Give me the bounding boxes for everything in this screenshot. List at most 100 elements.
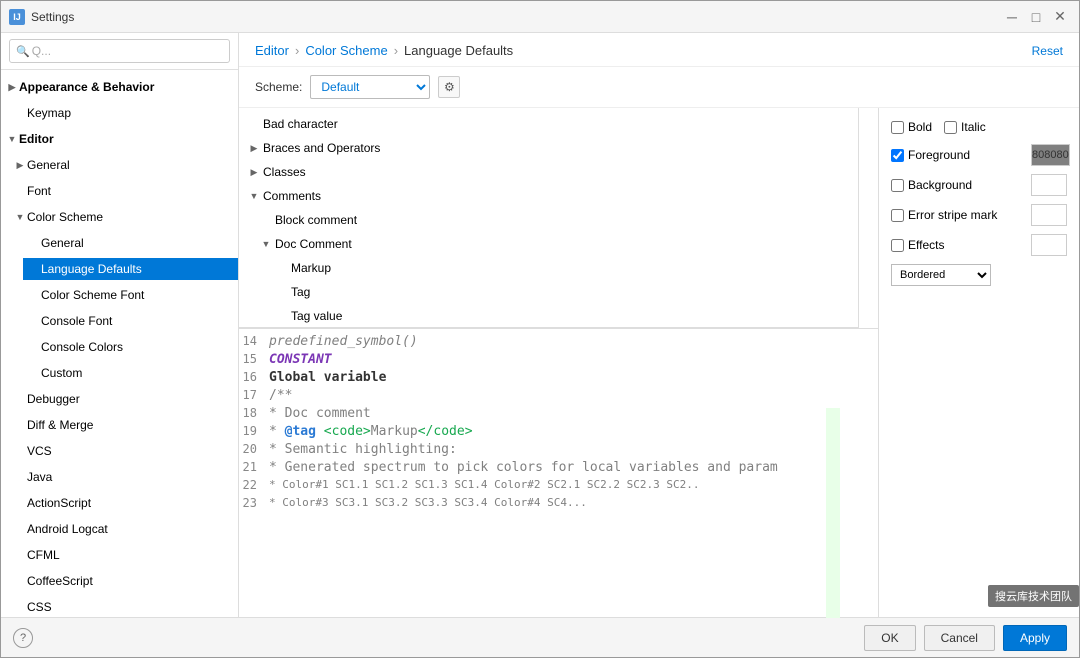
expand-icon: ▶ [13, 158, 27, 172]
option-block-comment[interactable]: Block comment [239, 208, 858, 232]
spacer-icon [27, 236, 41, 250]
sidebar-item-color-scheme-general[interactable]: General [1, 230, 238, 256]
sidebar-item-coffeescript[interactable]: CoffeeScript [1, 568, 238, 594]
italic-checkbox-row: Italic [944, 120, 986, 134]
code-line-18: 18 * Doc comment [239, 405, 878, 423]
breadcrumb-sep-1: › [295, 43, 299, 58]
error-stripe-checkbox[interactable] [891, 209, 904, 222]
spacer-icon [13, 548, 27, 562]
scheme-select[interactable]: Default [310, 75, 430, 99]
sidebar-item-language-defaults[interactable]: Language Defaults [1, 256, 238, 282]
changed-indicator [826, 408, 840, 617]
bold-label: Bold [908, 120, 932, 134]
apply-button[interactable]: Apply [1003, 625, 1067, 651]
code-line-17: 17 /** [239, 387, 878, 405]
split-panel: Bad character ▶ Braces and Operators ▶ C… [239, 108, 1079, 617]
sidebar-item-editor[interactable]: ▼ Editor [1, 126, 238, 152]
sidebar-item-android-logcat[interactable]: Android Logcat [1, 516, 238, 542]
spacer-icon [27, 340, 41, 354]
minimize-button[interactable]: ─ [1001, 6, 1023, 28]
sidebar-item-java[interactable]: Java [1, 464, 238, 490]
effects-label-row: Effects [891, 238, 1031, 252]
effects-color-box[interactable] [1031, 234, 1067, 256]
sidebar-item-font[interactable]: Font [1, 178, 238, 204]
help-button[interactable]: ? [13, 628, 33, 648]
background-checkbox[interactable] [891, 179, 904, 192]
expand-icon: ▶ [247, 143, 261, 154]
option-braces-operators[interactable]: ▶ Braces and Operators [239, 136, 858, 160]
code-line-19: 19 * @tag <code>Markup</code> [239, 423, 878, 441]
title-bar: IJ Settings ─ □ ✕ [1, 1, 1079, 33]
left-section: Bad character ▶ Braces and Operators ▶ C… [239, 108, 879, 617]
sidebar-item-custom[interactable]: Custom [1, 360, 238, 386]
spacer-icon [13, 392, 27, 406]
sidebar-item-vcs[interactable]: VCS [1, 438, 238, 464]
option-doc-comment[interactable]: ▼ Doc Comment [239, 232, 858, 256]
spacer-icon [13, 574, 27, 588]
preview-panel: 14 predefined_symbol() 15 CONSTANT 16 Gl… [239, 328, 878, 617]
spacer-icon [27, 366, 41, 380]
background-label: Background [908, 178, 972, 192]
sidebar-item-color-scheme-font[interactable]: Color Scheme Font [1, 282, 238, 308]
code-line-15: 15 CONSTANT [239, 351, 878, 369]
scheme-label: Scheme: [255, 80, 302, 94]
spacer-icon [13, 184, 27, 198]
effects-type-select[interactable]: Bordered [891, 264, 991, 286]
maximize-button[interactable]: □ [1025, 6, 1047, 28]
reset-link[interactable]: Reset [1032, 44, 1063, 58]
ok-button[interactable]: OK [864, 625, 915, 651]
sidebar-item-color-scheme[interactable]: ▼ Color Scheme [1, 204, 238, 230]
main-content: 🔍 Q... ▶ Appearance & Behavior Keymap [1, 33, 1079, 617]
background-color-box[interactable] [1031, 174, 1067, 196]
sidebar-item-actionscript[interactable]: ActionScript [1, 490, 238, 516]
option-tag-value[interactable]: Tag value [239, 304, 858, 328]
option-markup[interactable]: Markup [239, 256, 858, 280]
sidebar-item-appearance-behavior[interactable]: ▶ Appearance & Behavior [1, 74, 238, 100]
option-classes[interactable]: ▶ Classes [239, 160, 858, 184]
search-placeholder: Q... [32, 44, 51, 58]
option-tag[interactable]: Tag [239, 280, 858, 304]
expand-icon: ▼ [13, 210, 27, 224]
background-label-row: Background [891, 178, 1031, 192]
sidebar-item-keymap[interactable]: Keymap [1, 100, 238, 126]
option-bad-character[interactable]: Bad character [239, 112, 858, 136]
close-button[interactable]: ✕ [1049, 6, 1071, 28]
cancel-button[interactable]: Cancel [924, 625, 995, 651]
settings-tree: ▶ Appearance & Behavior Keymap ▼ Editor [1, 70, 238, 617]
options-panel: Bad character ▶ Braces and Operators ▶ C… [239, 108, 859, 328]
option-comments[interactable]: ▼ Comments [239, 184, 858, 208]
sidebar-item-css[interactable]: CSS [1, 594, 238, 617]
sidebar-item-console-font[interactable]: Console Font [1, 308, 238, 334]
search-icon: 🔍 [16, 45, 30, 58]
code-line-22: 22 * Color#1 SC1.1 SC1.2 SC1.3 SC1.4 Col… [239, 477, 878, 495]
sidebar-item-diff-merge[interactable]: Diff & Merge [1, 412, 238, 438]
error-stripe-color-box[interactable] [1031, 204, 1067, 226]
scheme-gear-button[interactable]: ⚙ [438, 76, 460, 98]
settings-window: IJ Settings ─ □ ✕ 🔍 Q... ▶ Appearance [0, 0, 1080, 658]
effects-type-row: Bordered [891, 264, 1067, 286]
foreground-color-box[interactable]: 808080 [1031, 144, 1070, 166]
sidebar-item-debugger[interactable]: Debugger [1, 386, 238, 412]
spacer-icon [13, 106, 27, 120]
scheme-row: Scheme: Default ⚙ [239, 67, 1079, 108]
italic-checkbox[interactable] [944, 121, 957, 134]
breadcrumb-color-scheme[interactable]: Color Scheme [305, 43, 387, 58]
expand-icon: ▶ [5, 80, 19, 94]
foreground-label-row: Foreground [891, 148, 1031, 162]
sidebar-item-general[interactable]: ▶ General [1, 152, 238, 178]
expand-icon: ▶ [247, 167, 261, 178]
properties-panel: ↓ Bold Italic [879, 108, 1079, 617]
bold-checkbox[interactable] [891, 121, 904, 134]
search-field[interactable]: 🔍 Q... [9, 39, 230, 63]
error-stripe-label: Error stripe mark [908, 208, 997, 222]
breadcrumb-sep-2: › [394, 43, 398, 58]
error-stripe-row: Error stripe mark [891, 204, 1067, 226]
sidebar: 🔍 Q... ▶ Appearance & Behavior Keymap [1, 33, 239, 617]
expand-icon: ▼ [5, 132, 19, 146]
breadcrumb-editor[interactable]: Editor [255, 43, 289, 58]
foreground-checkbox[interactable] [891, 149, 904, 162]
sidebar-item-cfml[interactable]: CFML [1, 542, 238, 568]
effects-checkbox[interactable] [891, 239, 904, 252]
spacer-icon [13, 470, 27, 484]
sidebar-item-console-colors[interactable]: Console Colors [1, 334, 238, 360]
